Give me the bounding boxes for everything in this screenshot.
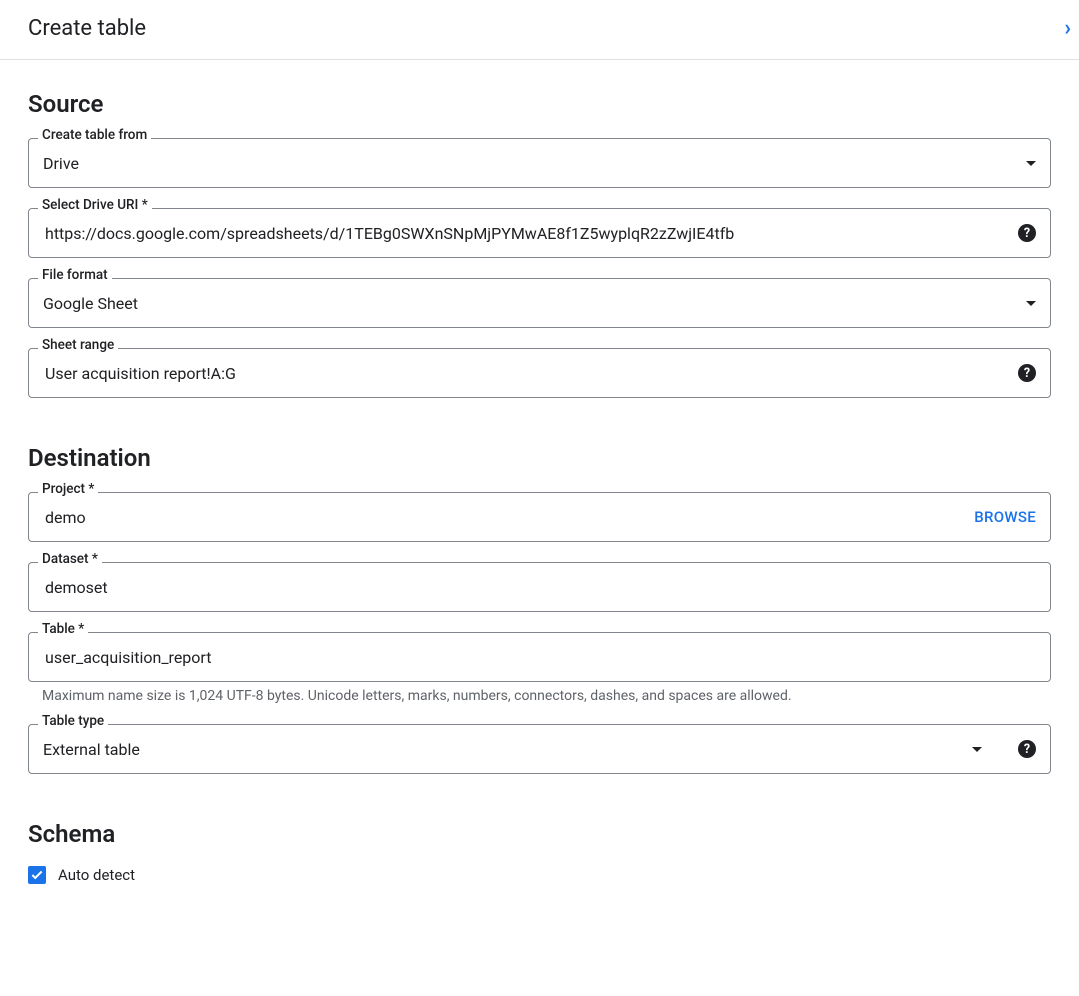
- chevron-down-icon: [1026, 161, 1036, 166]
- help-icon[interactable]: ?: [1018, 364, 1036, 382]
- table-type-value: External table: [43, 740, 964, 759]
- dataset-label: Dataset *: [38, 553, 102, 567]
- project-field: Project * BROWSE: [28, 492, 1051, 542]
- dataset-field: Dataset *: [28, 562, 1051, 612]
- dataset-input[interactable]: [43, 577, 1036, 598]
- table-type-label: Table type: [38, 715, 108, 729]
- create-table-from-value: Drive: [43, 154, 1018, 173]
- destination-section-title: Destination: [28, 444, 1051, 472]
- autodetect-label: Auto detect: [58, 866, 135, 884]
- drive-uri-box: ?: [28, 208, 1051, 258]
- create-table-from-select[interactable]: Drive: [28, 138, 1051, 188]
- drive-uri-input[interactable]: [43, 223, 1008, 244]
- autodetect-checkbox[interactable]: [28, 866, 46, 884]
- create-table-from-label: Create table from: [38, 129, 151, 143]
- dialog-header: Create table ›: [0, 0, 1079, 60]
- table-field: Table * Maximum name size is 1,024 UTF-8…: [28, 632, 1051, 704]
- file-format-select[interactable]: Google Sheet: [28, 278, 1051, 328]
- schema-section-title: Schema: [28, 820, 1051, 848]
- project-label: Project *: [38, 483, 98, 497]
- file-format-label: File format: [38, 269, 112, 283]
- dialog-content: Source Create table from Drive Select Dr…: [0, 90, 1079, 904]
- file-format-field: File format Google Sheet: [28, 278, 1051, 328]
- sheet-range-label: Sheet range: [38, 339, 118, 353]
- project-input[interactable]: [43, 507, 966, 528]
- table-input[interactable]: [43, 647, 1036, 668]
- chevron-down-icon: [1026, 301, 1036, 306]
- sheet-range-input[interactable]: [43, 363, 1008, 384]
- create-table-from-field: Create table from Drive: [28, 138, 1051, 188]
- table-helper-text: Maximum name size is 1,024 UTF-8 bytes. …: [28, 688, 1051, 704]
- dataset-box: [28, 562, 1051, 612]
- table-type-select[interactable]: External table ?: [28, 724, 1051, 774]
- drive-uri-field: Select Drive URI * ?: [28, 208, 1051, 258]
- sheet-range-field: Sheet range ?: [28, 348, 1051, 398]
- project-box: BROWSE: [28, 492, 1051, 542]
- help-icon[interactable]: ?: [1018, 224, 1036, 242]
- sheet-range-box: ?: [28, 348, 1051, 398]
- check-icon: [30, 868, 44, 882]
- file-format-value: Google Sheet: [43, 294, 1018, 313]
- drive-uri-label: Select Drive URI *: [38, 199, 152, 213]
- dialog-title: Create table: [28, 16, 146, 41]
- table-label: Table *: [38, 623, 88, 637]
- close-icon[interactable]: ›: [1064, 18, 1071, 40]
- browse-button[interactable]: BROWSE: [974, 508, 1036, 526]
- chevron-down-icon: [972, 747, 982, 752]
- help-icon[interactable]: ?: [1018, 740, 1036, 758]
- autodetect-row: Auto detect: [28, 866, 1051, 884]
- table-box: [28, 632, 1051, 682]
- table-type-field: Table type External table ?: [28, 724, 1051, 774]
- source-section-title: Source: [28, 90, 1051, 118]
